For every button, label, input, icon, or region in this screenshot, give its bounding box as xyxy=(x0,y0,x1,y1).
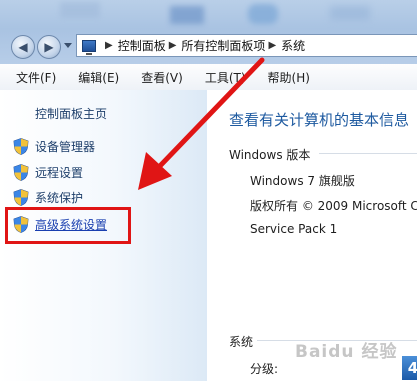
task-device-manager[interactable]: 设备管理器 xyxy=(13,138,95,155)
recent-pages-dropdown[interactable] xyxy=(64,43,72,48)
blurred-background xyxy=(60,2,100,18)
shield-icon xyxy=(13,164,29,181)
shield-icon xyxy=(13,189,29,206)
task-label: 设备管理器 xyxy=(35,140,96,154)
breadcrumb-system[interactable]: 系统 xyxy=(281,37,305,54)
menu-edit[interactable]: 编辑(E) xyxy=(78,69,119,86)
menu-tools[interactable]: 工具(T) xyxy=(205,69,246,86)
back-button[interactable]: ◀ xyxy=(11,35,35,59)
blurred-background xyxy=(248,4,278,24)
arrow-right-icon: ▶ xyxy=(44,40,54,54)
menu-view[interactable]: 查看(V) xyxy=(141,69,183,86)
breadcrumb-chevron-icon[interactable]: ▶ xyxy=(268,40,276,51)
task-remote-settings[interactable]: 远程设置 xyxy=(13,164,83,181)
experience-index-badge[interactable]: 4 xyxy=(402,356,417,380)
rating-label: 分级: xyxy=(250,362,279,376)
task-label: 远程设置 xyxy=(35,166,84,180)
arrow-left-icon: ◀ xyxy=(18,40,28,54)
windows-edition-header: Windows 版本 xyxy=(229,148,311,162)
task-label: 系统保护 xyxy=(35,191,84,205)
main-content: 查看有关计算机的基本信息 Windows 版本 Windows 7 旗舰版 版权… xyxy=(207,90,417,381)
highlight-box xyxy=(5,207,131,244)
section-divider xyxy=(319,153,417,154)
service-pack-text: Service Pack 1 xyxy=(250,222,338,236)
menu-bar: 文件(F) 编辑(E) 查看(V) 工具(T) 帮助(H) xyxy=(0,64,417,91)
windows-edition-value: Windows 7 旗舰版 xyxy=(250,174,355,188)
menu-help[interactable]: 帮助(H) xyxy=(268,69,310,86)
breadcrumb-chevron-icon[interactable]: ▶ xyxy=(169,40,177,51)
window-title-area: ◀ ▶ ▶ 控制面板 ▶ 所有控制面板项 ▶ 系统 xyxy=(0,0,417,64)
breadcrumb-all-items[interactable]: 所有控制面板项 xyxy=(181,37,265,54)
menu-file[interactable]: 文件(F) xyxy=(16,69,56,86)
system-header: 系统 xyxy=(229,335,254,349)
breadcrumb-control-panel[interactable]: 控制面板 xyxy=(118,37,166,54)
page-title: 查看有关计算机的基本信息 xyxy=(229,111,410,129)
forward-button[interactable]: ▶ xyxy=(37,35,61,59)
watermark-text: Baidu 经验 xyxy=(295,342,398,362)
blurred-background xyxy=(330,6,370,20)
control-panel-home-link[interactable]: 控制面板主页 xyxy=(35,105,107,122)
blurred-background xyxy=(170,6,204,24)
breadcrumb-chevron-icon[interactable]: ▶ xyxy=(105,40,113,51)
control-panel-icon xyxy=(82,39,96,55)
address-bar[interactable]: ▶ 控制面板 ▶ 所有控制面板项 ▶ 系统 xyxy=(76,34,417,57)
copyright-text: 版权所有 © 2009 Microsoft Co xyxy=(250,199,417,213)
task-system-protection[interactable]: 系统保护 xyxy=(13,189,83,206)
shield-icon xyxy=(13,138,29,155)
